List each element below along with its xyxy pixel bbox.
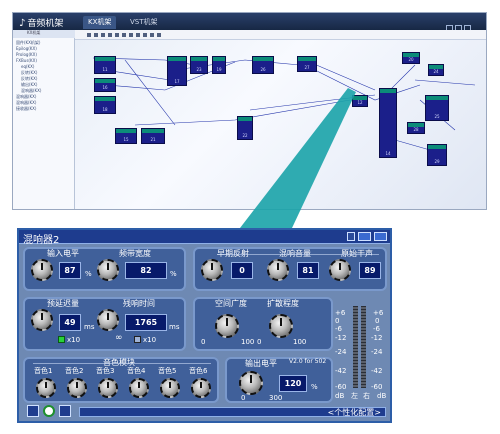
meter-scale-right: -6 xyxy=(373,325,380,333)
diffusion-min: 0 xyxy=(257,338,262,346)
tone-3-label: 音色3 xyxy=(96,367,115,375)
tone-1-label: 音色1 xyxy=(34,367,53,375)
diffusion-knob[interactable] xyxy=(269,314,293,338)
tone-5-label: 音色5 xyxy=(158,367,177,375)
panel-footer: <个性化配置> xyxy=(21,405,388,421)
meter-unit-left: dB xyxy=(335,392,345,400)
diffusion-max: 100 xyxy=(293,338,307,346)
predelay-x10-led[interactable] xyxy=(58,336,65,343)
bandwidth-value: 82 xyxy=(125,262,167,279)
room-width-min: 0 xyxy=(201,338,206,346)
meter-unit-right: dB xyxy=(377,392,387,400)
settings-icon[interactable] xyxy=(27,405,39,417)
meter-channel-left: 左 xyxy=(351,392,358,400)
tone-4-knob[interactable] xyxy=(129,378,149,398)
meter-scale-right: -12 xyxy=(371,334,383,342)
tone-5-knob[interactable] xyxy=(160,378,180,398)
panel-title-bar: 混响器2 xyxy=(19,230,390,246)
output-level-knob[interactable] xyxy=(239,371,263,395)
decay-x10-led[interactable] xyxy=(134,336,141,343)
bypass-icon[interactable] xyxy=(43,405,55,417)
meter-scale-left: 0 xyxy=(335,317,340,325)
panel-title: 混响器2 xyxy=(23,235,60,246)
output-level-value: 120 xyxy=(279,375,307,392)
input-level-unit: % xyxy=(85,270,92,278)
meter-scale-left: -24 xyxy=(335,348,347,356)
meter-scale-left: +6 xyxy=(335,309,346,317)
input-level-label: 输入电平 xyxy=(47,249,79,258)
meter-scale-right: -24 xyxy=(371,348,383,356)
predelay-unit: ms xyxy=(84,323,95,331)
meter-scale-left: -6 xyxy=(335,325,342,333)
decay-time-unit: ms xyxy=(169,323,180,331)
input-level-knob[interactable] xyxy=(31,259,53,281)
meter-scale-right: 0 xyxy=(375,317,380,325)
tone-header-line xyxy=(33,363,211,364)
tone-6-label: 音色6 xyxy=(189,367,208,375)
decay-time-value: 1765 xyxy=(125,314,167,331)
more-icon[interactable] xyxy=(59,405,71,417)
meter-scale-left: -42 xyxy=(335,367,347,375)
decay-time-label: 残响时间 xyxy=(123,299,155,308)
meter-scale-right: +6 xyxy=(373,309,384,317)
reverb-volume-value: 81 xyxy=(297,262,319,279)
room-width-knob[interactable] xyxy=(215,314,239,338)
tone-3-knob[interactable] xyxy=(98,378,118,398)
bandwidth-unit: % xyxy=(170,270,177,278)
bandwidth-knob[interactable] xyxy=(97,259,119,281)
tone-2-knob[interactable] xyxy=(67,378,87,398)
decay-range-label: x10 xyxy=(143,336,157,344)
output-level-min: 0 xyxy=(241,394,246,402)
tone-1-knob[interactable] xyxy=(36,378,56,398)
predelay-value: 49 xyxy=(59,314,81,331)
meter-scale-right: -60 xyxy=(371,383,383,391)
mix-header-line xyxy=(217,254,379,255)
predelay-knob[interactable] xyxy=(31,309,53,331)
decay-time-knob[interactable] xyxy=(97,309,119,331)
bandwidth-label: 频带宽度 xyxy=(119,249,151,258)
diffusion-label: 扩散程度 xyxy=(267,299,299,308)
preset-selector[interactable]: <个性化配置> xyxy=(79,407,386,417)
meter-scale-left: -12 xyxy=(335,334,347,342)
tone-4-label: 音色4 xyxy=(127,367,146,375)
panel-buttons xyxy=(347,232,387,241)
early-reflection-knob[interactable] xyxy=(201,259,223,281)
dry-sound-value: 89 xyxy=(359,262,381,279)
tone-6-knob[interactable] xyxy=(191,378,211,398)
dry-sound-knob[interactable] xyxy=(329,259,351,281)
version-label: V2.0 for 502 xyxy=(289,358,327,365)
meter-scale-left: -60 xyxy=(335,383,347,391)
meter-bar-left xyxy=(353,306,358,388)
panel-close-button[interactable] xyxy=(374,232,387,241)
level-meter: +6 0 -6 -12 -24 -42 -60 dB +6 0 -6 -12 -… xyxy=(335,284,389,402)
reverb-volume-knob[interactable] xyxy=(267,259,289,281)
tone-2-label: 音色2 xyxy=(65,367,84,375)
room-width-max: 100 xyxy=(241,338,255,346)
reverb-panel: 混响器2 输入电平 频带宽度 87 % 82 % 早期反射 混响音量 原始干声 … xyxy=(17,228,392,423)
output-level-unit: % xyxy=(311,383,318,391)
early-reflection-value: 0 xyxy=(231,262,253,279)
input-level-value: 87 xyxy=(59,262,81,279)
panel-minimize-button[interactable] xyxy=(358,232,371,241)
meter-channel-right: 右 xyxy=(363,392,370,400)
space-section xyxy=(193,297,333,351)
predelay-range-label: x10 xyxy=(67,336,81,344)
output-level-label: 输出电平 xyxy=(245,359,277,368)
meter-scale-right: -42 xyxy=(371,367,383,375)
room-width-label: 空间广度 xyxy=(215,299,247,308)
meter-bar-right xyxy=(361,306,366,388)
infinity-label: ∞ xyxy=(115,333,123,343)
output-level-max: 300 xyxy=(269,394,283,402)
panel-menu-button[interactable] xyxy=(347,232,355,241)
predelay-label: 预延迟量 xyxy=(47,299,79,308)
